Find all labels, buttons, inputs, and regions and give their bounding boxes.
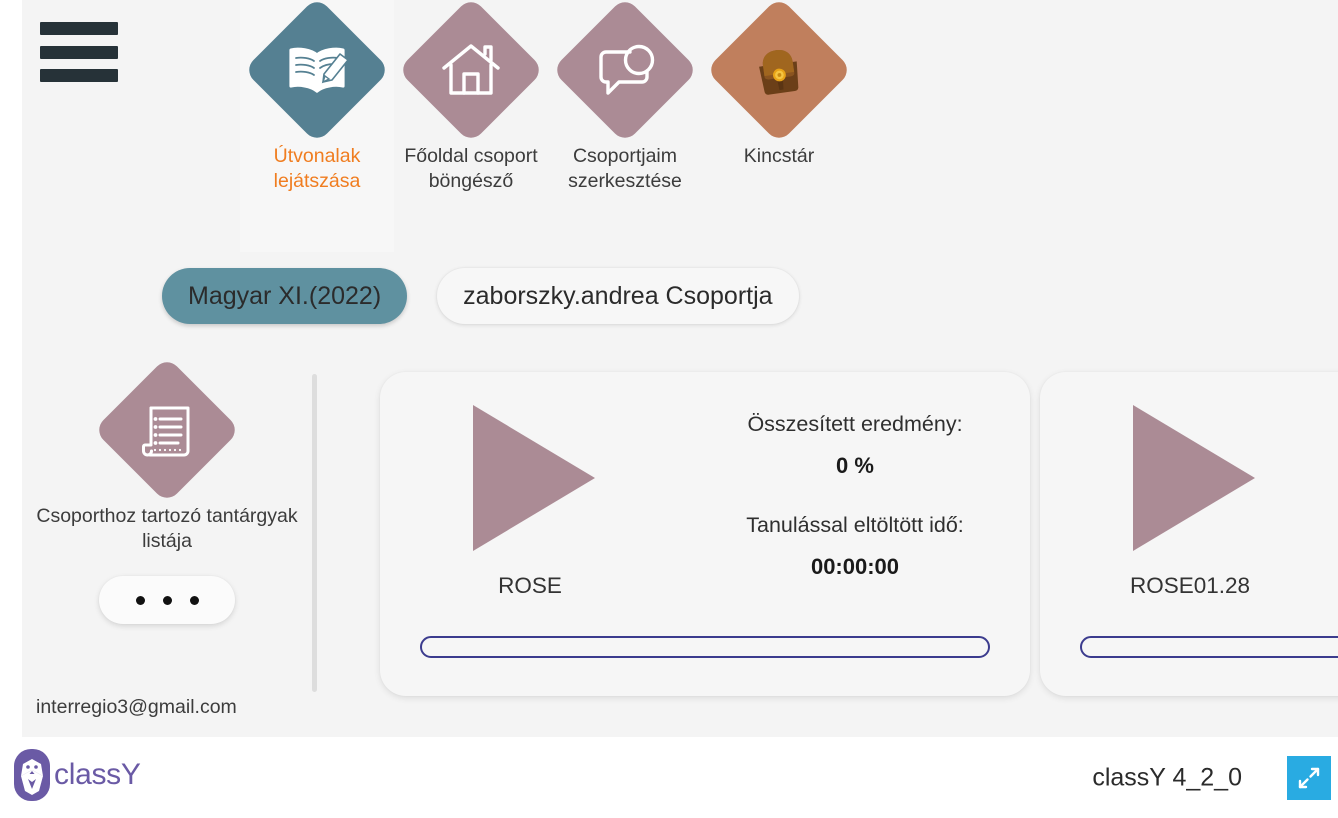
subject-list-label: Csoporthoz tartozó tantárgyak listája	[36, 505, 298, 552]
breadcrumb-item-subject[interactable]: Magyar XI.(2022)	[162, 268, 408, 324]
nav-item-edit-groups[interactable]: Csoportjaim szerkesztése	[548, 0, 702, 252]
classy-wolf-logo-icon	[14, 749, 50, 801]
course-play-column: ROSE01.28	[1040, 399, 1338, 599]
home-glyph	[442, 44, 500, 95]
app-root: Útvonalak lejátszása Főoldal csoport bön…	[0, 0, 1338, 818]
course-name: ROSE01.28	[1129, 573, 1251, 598]
nav-item-label: Főoldal csoport böngésző	[404, 145, 538, 192]
brand-logo[interactable]: classY	[8, 747, 141, 803]
user-email: interregio3@gmail.com	[36, 696, 237, 718]
satchel-bag-glyph	[759, 49, 799, 95]
nav-item-label: Csoportjaim szerkesztése	[568, 145, 682, 192]
fullscreen-expand-icon[interactable]	[1287, 755, 1331, 800]
book-pencil-glyph	[289, 47, 349, 93]
hamburger-bar	[40, 45, 118, 59]
course-name: ROSE	[498, 573, 562, 598]
dot	[162, 595, 172, 605]
list-bullets	[153, 417, 158, 445]
result-value: 0 %	[836, 453, 874, 478]
hamburger-menu-icon[interactable]	[40, 22, 118, 82]
chat-bubble-glyph	[599, 44, 655, 95]
nav-item-treasury[interactable]: Kincstár	[702, 0, 856, 252]
course-play-column: ROSE	[380, 399, 680, 599]
perforation-dots	[153, 448, 182, 452]
body-row: Csoporthoz tartozó tantárgyak listája in…	[22, 356, 1338, 737]
document-list-glyph	[142, 406, 190, 457]
content-canvas: Útvonalak lejátszása Főoldal csoport bön…	[22, 0, 1338, 737]
app-version-label: classY 4_2_0	[1092, 763, 1242, 791]
course-card-content: ROSE01.28	[1040, 372, 1338, 626]
course-progress-bar	[1080, 636, 1338, 658]
top-navigation: Útvonalak lejátszása Főoldal csoport bön…	[22, 0, 1338, 252]
document-list-icon[interactable]	[93, 356, 241, 504]
time-value: 00:00:00	[810, 554, 900, 579]
result-label: Összesített eredmény:	[747, 412, 963, 436]
home-icon	[397, 0, 545, 144]
hamburger-bar	[40, 69, 118, 82]
course-card-list: ROSE Összesített eredmény: 0 % Tanulássa…	[380, 372, 1338, 696]
chat-bubble-icon	[551, 0, 699, 144]
breadcrumb: Magyar XI.(2022) zaborszky.andrea Csopor…	[162, 268, 799, 324]
course-card-content: ROSE Összesített eredmény: 0 % Tanulássa…	[380, 372, 1030, 626]
brand-logo-text: classY	[54, 758, 141, 791]
course-card[interactable]: ROSE Összesített eredmény: 0 % Tanulássa…	[380, 372, 1030, 696]
fullscreen-expand-glyph	[1298, 767, 1320, 788]
time-label: Tanulással eltöltött idő:	[746, 513, 964, 537]
play-triangle-icon[interactable]	[473, 405, 595, 551]
subject-list-panel: Csoporthoz tartozó tantárgyak listája	[22, 356, 312, 624]
nav-item-label: Útvonalak lejátszása	[273, 145, 361, 192]
dot	[135, 595, 145, 605]
hamburger-bar	[40, 22, 118, 35]
vertical-divider	[312, 374, 317, 692]
dot	[189, 595, 199, 605]
nav-item-group-browser[interactable]: Főoldal csoport böngésző	[394, 0, 548, 252]
play-triangle-icon[interactable]	[1133, 405, 1255, 551]
course-progress-bar	[420, 636, 990, 658]
nav-item-play-routes[interactable]: Útvonalak lejátszása	[240, 0, 394, 252]
breadcrumb-item-group[interactable]: zaborszky.andrea Csoportja	[437, 268, 799, 324]
satchel-bag-icon	[705, 0, 853, 144]
course-card[interactable]: ROSE01.28	[1040, 372, 1338, 696]
more-options-button[interactable]	[99, 576, 235, 624]
footer-bar: classY classY 4_2_0	[0, 737, 1338, 818]
course-stats-column: Összesített eredmény: 0 % Tanulással elt…	[680, 412, 1030, 586]
nav-item-list: Útvonalak lejátszása Főoldal csoport bön…	[240, 0, 856, 252]
nav-item-label: Kincstár	[743, 145, 815, 167]
book-pencil-icon	[243, 0, 391, 144]
